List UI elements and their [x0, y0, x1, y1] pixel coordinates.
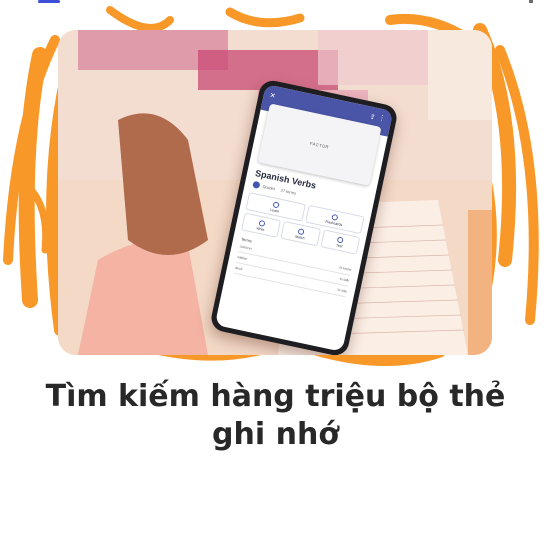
mode-label: Write — [256, 225, 265, 232]
avatar — [252, 180, 261, 190]
match-icon — [297, 227, 305, 235]
write-icon — [258, 219, 266, 227]
more-icon[interactable]: ⋮ — [378, 113, 387, 122]
mode-label: Match — [294, 234, 306, 241]
definition: to talk — [339, 276, 350, 283]
term: hablar — [237, 255, 248, 261]
share-icon[interactable]: ⇪ — [369, 113, 376, 122]
mode-match[interactable]: Match — [280, 220, 321, 247]
definition: to know — [339, 265, 352, 272]
terms-count: 27 terms — [280, 187, 297, 196]
mode-write[interactable]: Write — [241, 212, 282, 238]
close-icon[interactable]: ✕ — [269, 91, 276, 100]
flash-card-label: FACTOR — [309, 140, 330, 150]
headline-line-1: Tìm kiếm hàng triệu bộ thẻ — [45, 379, 506, 414]
mode-label: Flashcards — [325, 219, 343, 227]
headline-line-2: ghi nhớ — [212, 417, 339, 452]
mode-label: Test — [335, 242, 343, 249]
test-icon — [337, 236, 345, 244]
flashcards-icon — [331, 213, 339, 221]
mode-label: Learn — [269, 207, 280, 214]
author-name: Quizlet — [262, 183, 276, 192]
mode-test[interactable]: Test — [319, 229, 361, 255]
feature-card: ✕ ⇪ ⋮ FACTOR Spanish Verbs Quizlet 27 te… — [0, 0, 551, 538]
headline: Tìm kiếm hàng triệu bộ thẻ ghi nhớ — [0, 378, 551, 454]
term: conocer — [239, 244, 253, 251]
learn-icon — [272, 200, 280, 208]
hero-photo: ✕ ⇪ ⋮ FACTOR Spanish Verbs Quizlet 27 te… — [58, 30, 492, 355]
term: decir — [234, 265, 243, 272]
definition: to say — [337, 287, 348, 294]
